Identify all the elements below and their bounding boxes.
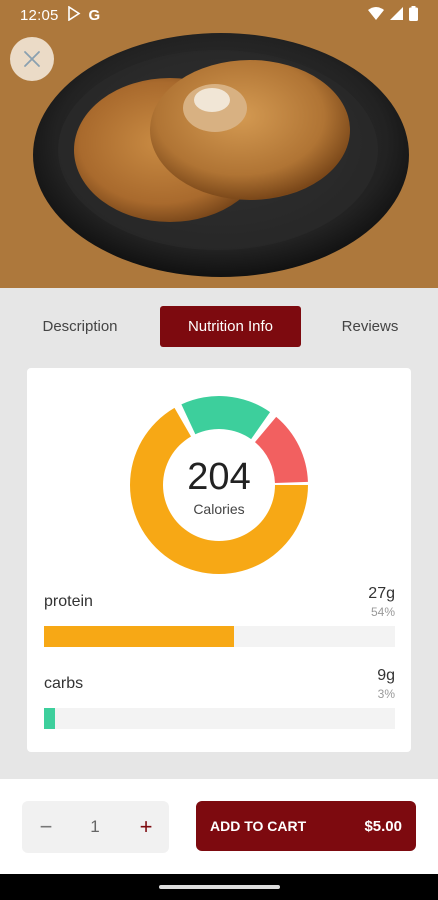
battery-icon xyxy=(409,5,418,25)
pancakes-photo xyxy=(0,0,438,288)
nutrient-grams: 9g xyxy=(377,667,395,684)
increase-quantity-button[interactable]: + xyxy=(122,801,170,853)
tab-nutrition-info[interactable]: Nutrition Info xyxy=(160,306,301,347)
nutrient-name: carbs xyxy=(44,675,84,692)
play-store-icon xyxy=(67,5,81,25)
product-hero-image xyxy=(0,0,438,288)
nutrition-card: 204 Calories protein 27g 54% carbs 9g 3% xyxy=(27,368,411,752)
nutrient-grams: 27g xyxy=(368,585,395,602)
calories-value: 204 xyxy=(187,456,251,498)
bottom-action-bar: − 1 + ADD TO CART $5.00 xyxy=(0,779,438,874)
quantity-stepper: − 1 + xyxy=(22,801,169,853)
nutrient-percent: 3% xyxy=(377,687,395,701)
calories-label: Calories xyxy=(193,501,245,517)
add-to-cart-button[interactable]: ADD TO CART $5.00 xyxy=(196,801,416,851)
nutrient-name: protein xyxy=(44,593,93,610)
nutrient-percent: 54% xyxy=(370,605,395,619)
decrease-quantity-button[interactable]: − xyxy=(22,801,70,853)
quantity-value: 1 xyxy=(90,817,100,836)
google-icon: G xyxy=(88,6,101,24)
donut-segment-carbs xyxy=(181,396,271,440)
nutrient-progress-track xyxy=(44,626,395,647)
price-label: $5.00 xyxy=(364,817,402,835)
tab-reviews[interactable]: Reviews xyxy=(320,306,420,347)
home-gesture-handle[interactable] xyxy=(159,885,280,889)
system-navigation-bar xyxy=(0,874,438,900)
signal-icon xyxy=(390,6,403,24)
close-button[interactable] xyxy=(10,37,54,81)
tab-bar: Description Nutrition Info Reviews xyxy=(0,306,438,348)
nutrient-progress-fill xyxy=(44,626,234,647)
add-to-cart-label: ADD TO CART xyxy=(210,818,307,834)
nutrient-progress-track xyxy=(44,708,395,729)
wifi-icon xyxy=(368,6,384,24)
status-time: 12:05 xyxy=(20,6,59,24)
tab-description[interactable]: Description xyxy=(20,306,140,347)
nutrient-progress-fill xyxy=(44,708,55,729)
status-bar: 12:05 G xyxy=(0,0,438,30)
close-icon xyxy=(24,51,40,67)
